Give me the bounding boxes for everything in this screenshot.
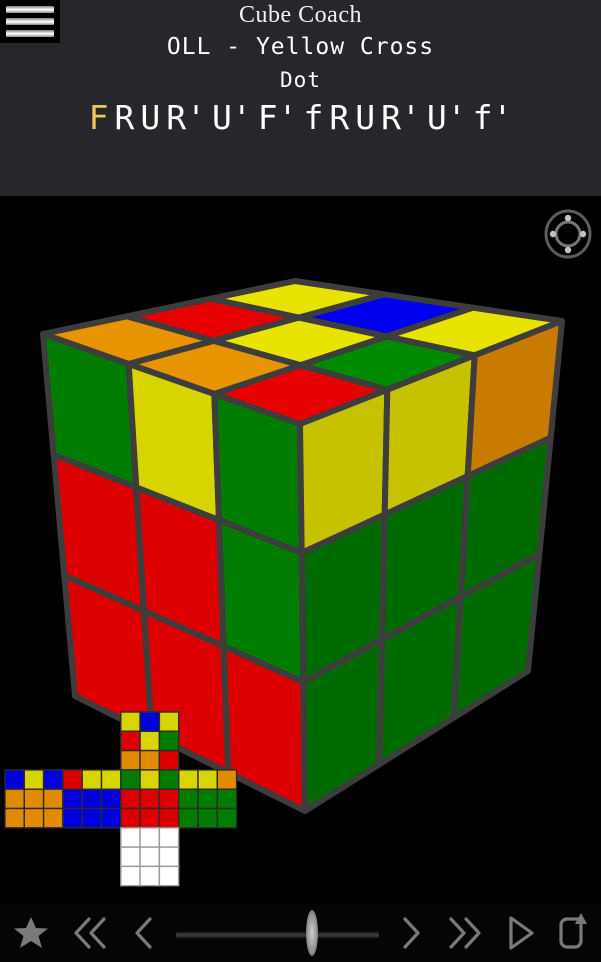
double-chevron-left-icon xyxy=(74,917,106,949)
app-header: Cube Coach OLL - Yellow Cross Dot F R U R' U… xyxy=(0,0,601,196)
case-group-label: OLL - Yellow Cross xyxy=(166,34,435,60)
star-icon xyxy=(14,917,48,948)
chevron-right-icon xyxy=(403,917,420,949)
move-token[interactable]: R' xyxy=(381,98,421,137)
chevron-left-icon xyxy=(135,917,152,949)
move-token[interactable]: f' xyxy=(473,98,513,137)
favorite-star-button[interactable] xyxy=(0,904,62,962)
loop-arrow-icon xyxy=(559,913,587,949)
move-token[interactable]: U' xyxy=(427,98,467,137)
move-token[interactable]: U' xyxy=(212,98,252,137)
cube-viewport[interactable] xyxy=(0,196,601,904)
move-token[interactable]: R' xyxy=(166,98,206,137)
move-token[interactable]: U xyxy=(355,98,375,137)
move-token[interactable]: U xyxy=(140,98,160,137)
step-back-button[interactable] xyxy=(118,904,170,962)
slider-track[interactable] xyxy=(176,932,379,938)
skip-forward-button[interactable] xyxy=(437,904,493,962)
rubiks-cube-3d[interactable] xyxy=(0,196,601,904)
move-token[interactable]: F xyxy=(89,98,109,137)
slider-thumb[interactable] xyxy=(306,910,318,956)
play-triangle-icon xyxy=(509,916,534,950)
play-button[interactable] xyxy=(493,904,545,962)
playback-toolbar xyxy=(0,904,601,962)
double-chevron-right-icon xyxy=(449,917,481,949)
reset-loop-button[interactable] xyxy=(545,904,601,962)
move-token[interactable]: R xyxy=(329,98,349,137)
move-token[interactable]: R xyxy=(115,98,135,137)
app-title: Cube Coach xyxy=(239,2,362,28)
move-sequence: F R U R' U' F' f R U R' U' f' xyxy=(0,98,601,137)
move-token[interactable]: F' xyxy=(258,98,298,137)
case-name-label: Dot xyxy=(280,68,321,92)
progress-slider[interactable] xyxy=(170,904,385,962)
move-token[interactable]: f xyxy=(304,98,324,137)
step-forward-button[interactable] xyxy=(385,904,437,962)
skip-back-button[interactable] xyxy=(62,904,118,962)
